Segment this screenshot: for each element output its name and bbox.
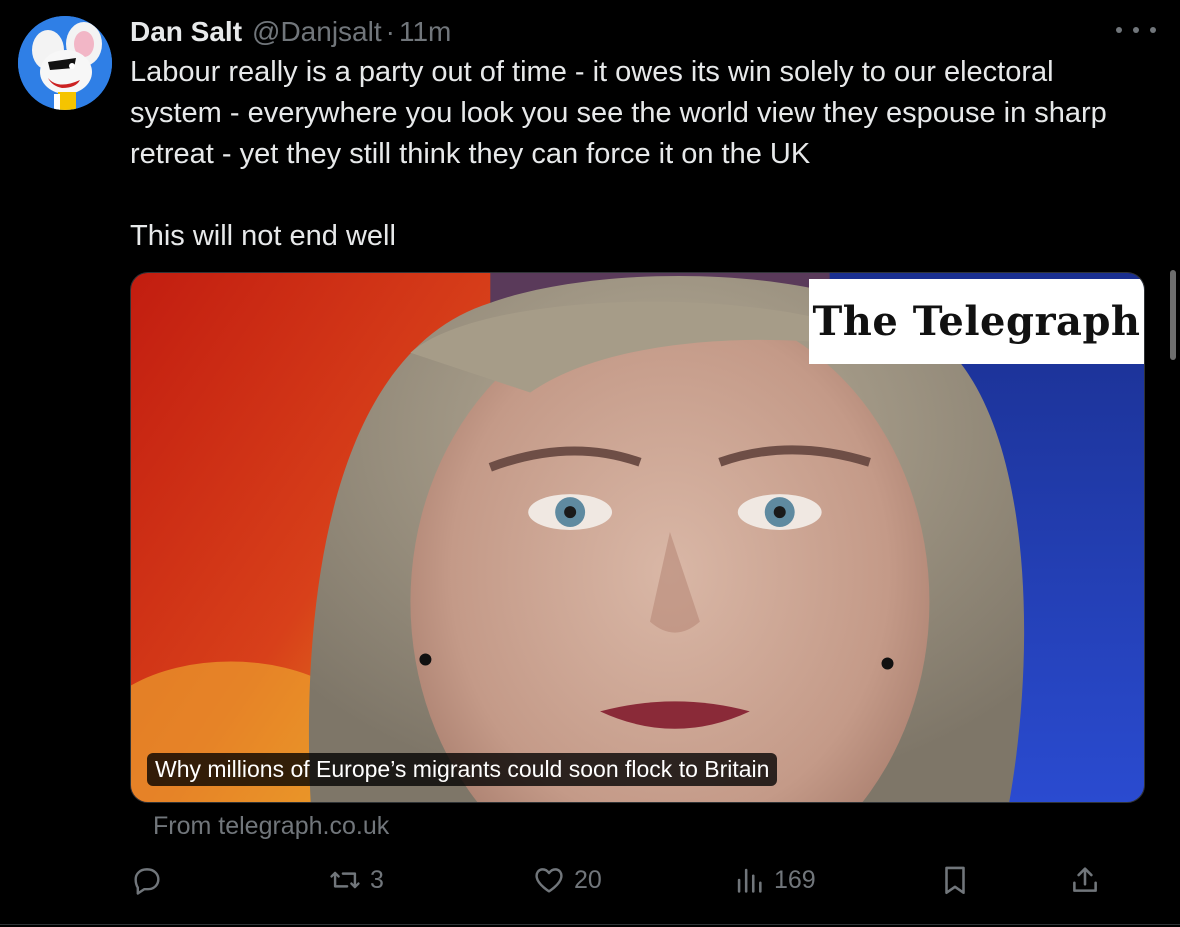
views-button[interactable]: 169 <box>732 860 816 900</box>
avatar[interactable] <box>18 16 112 110</box>
author-display-name[interactable]: Dan Salt <box>130 16 242 48</box>
post-header: Dan Salt @Danjsalt · 11m <box>130 12 451 52</box>
like-count: 20 <box>574 865 602 894</box>
reply-icon <box>134 868 160 895</box>
link-card[interactable]: The Telegraph Why millions of Europe’s m… <box>130 272 1145 803</box>
more-dot-icon <box>1133 27 1139 33</box>
heart-icon <box>535 868 563 893</box>
like-button[interactable]: 20 <box>532 860 602 900</box>
more-dot-icon <box>1150 27 1156 33</box>
post-text: Labour really is a party out of time - i… <box>130 52 1150 257</box>
card-headline: Why millions of Europe’s migrants could … <box>147 753 778 786</box>
divider <box>0 924 1180 925</box>
post: Dan Salt @Danjsalt · 11m Labour really i… <box>0 0 1180 927</box>
views-count: 169 <box>774 865 816 894</box>
action-bar: 3 20 169 <box>130 860 1120 900</box>
more-dot-icon <box>1116 27 1122 33</box>
post-text-line: retreat - yet they still think they can … <box>130 138 811 170</box>
card-source-link[interactable]: From telegraph.co.uk <box>153 812 389 841</box>
repost-count: 3 <box>370 865 384 894</box>
bookmark-icon <box>945 866 965 895</box>
post-text-line: This will not end well <box>130 220 396 252</box>
post-timestamp[interactable]: 11m <box>399 16 451 48</box>
author-handle[interactable]: @Danjsalt <box>252 16 382 48</box>
share-button[interactable] <box>1068 860 1102 900</box>
repost-button[interactable]: 3 <box>328 860 384 900</box>
post-text-line: Labour really is a party out of time - i… <box>130 56 1054 88</box>
more-options-button[interactable] <box>1116 18 1156 42</box>
brand-logo: The Telegraph <box>812 298 1141 345</box>
views-bar-icon <box>737 868 762 893</box>
brand-logo-box: The Telegraph <box>809 279 1144 364</box>
cartoon-mouse-avatar-icon <box>18 16 112 110</box>
repost-icon <box>330 871 360 889</box>
header-separator: · <box>385 16 395 47</box>
post-text-line: system - everywhere you look you see the… <box>130 97 1107 129</box>
reply-button[interactable] <box>130 860 164 900</box>
scrollbar[interactable] <box>1170 270 1176 360</box>
share-icon <box>1073 867 1097 892</box>
bookmark-button[interactable] <box>938 860 972 900</box>
